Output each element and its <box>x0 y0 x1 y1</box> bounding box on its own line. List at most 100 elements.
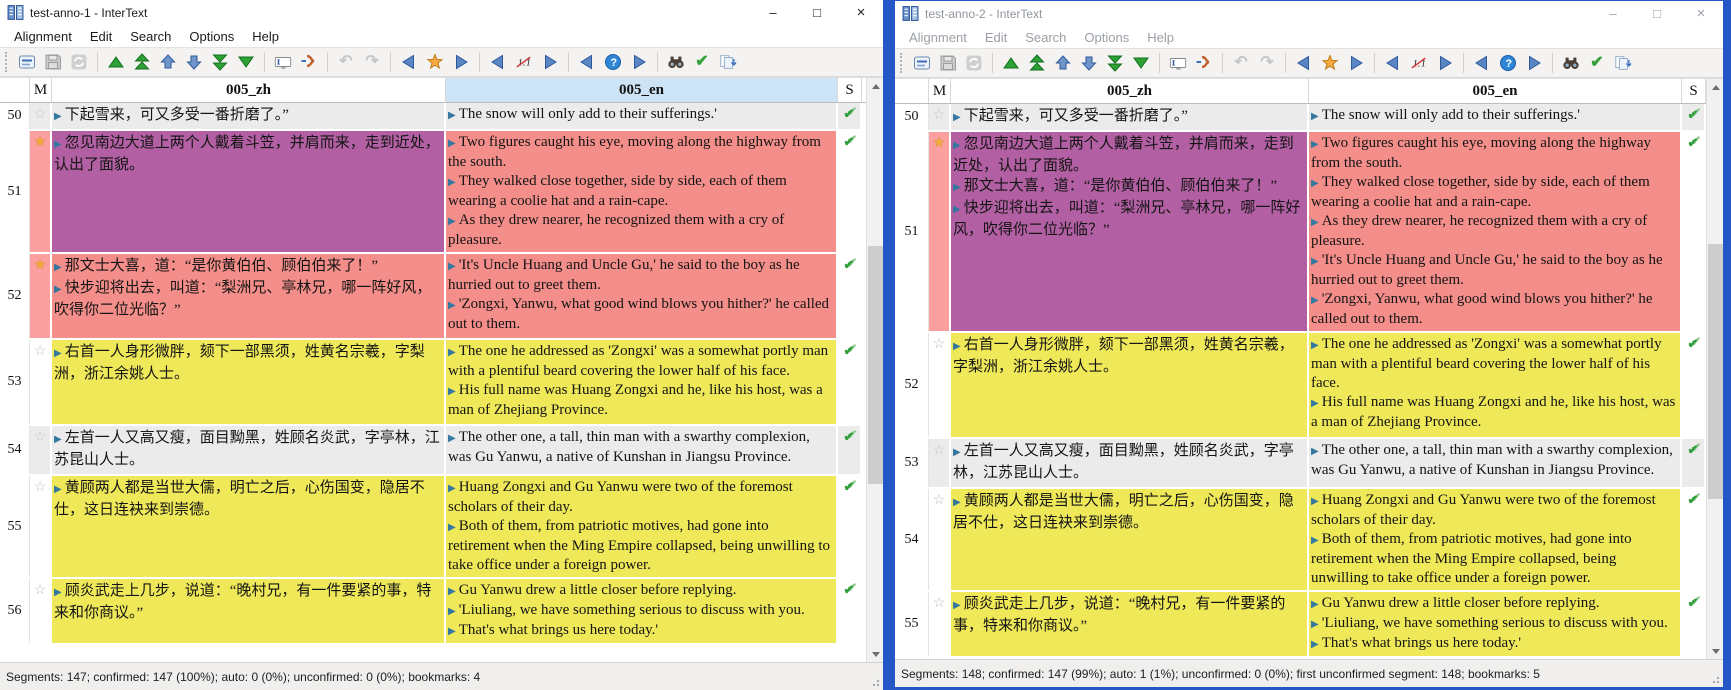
menu-options[interactable]: Options <box>1075 28 1138 47</box>
find-icon[interactable] <box>664 50 688 74</box>
previous-unconfirmed-icon[interactable] <box>1470 51 1494 75</box>
bookmark-cell[interactable]: ☆ <box>30 476 52 577</box>
bookmark-cell[interactable]: ☆ <box>929 439 951 487</box>
target-segment[interactable]: ▶As they drew nearer, he recognized them… <box>448 211 832 250</box>
confirm-icon[interactable]: ✔ <box>690 50 714 74</box>
source-segment[interactable]: ▶那文士大喜，道：“是你黄伯伯、顾伯伯来了！” <box>953 176 1303 198</box>
bookmark-cell[interactable]: ☆ <box>30 103 52 129</box>
next-bookmark-icon[interactable] <box>449 50 473 74</box>
menu-alignment[interactable]: Alignment <box>900 28 976 47</box>
bookmark-cell[interactable]: ★ <box>30 254 52 338</box>
previous-bookmark-icon[interactable] <box>397 50 421 74</box>
target-segment[interactable]: ▶'Liuliang, we have something serious to… <box>1311 614 1676 634</box>
status-cell[interactable]: ✔ <box>1682 592 1706 656</box>
target-segment-cell[interactable]: ▶The other one, a tall, thin man with a … <box>446 426 838 474</box>
confirmed-check-icon[interactable]: ✔ <box>1688 108 1699 121</box>
bookmark-star-outline-icon[interactable]: ☆ <box>933 336 946 350</box>
source-segment[interactable]: ▶快步迎将出去，叫道：“梨洲兄、亭林兄，哪一阵好风，吹得你二位光临？” <box>953 198 1303 240</box>
bookmark-cell[interactable]: ☆ <box>929 592 951 656</box>
source-segment-cell[interactable]: ▶忽见南边大道上两个人戴着斗笠，并肩而来，走到近处，认出了面貌。▶那文士大喜，道… <box>951 132 1309 331</box>
target-segment[interactable]: ▶Huang Zongxi and Gu Yanwu were two of t… <box>448 478 832 517</box>
target-segment[interactable]: ▶The other one, a tall, thin man with a … <box>1311 441 1676 480</box>
scroll-up-arrow[interactable] <box>867 78 883 94</box>
next-non-1-1-icon[interactable] <box>1433 51 1457 75</box>
shift-text-up-icon[interactable] <box>999 51 1023 75</box>
status-cell[interactable]: ✔ <box>838 340 862 424</box>
status-cell[interactable]: ✔ <box>838 254 862 338</box>
source-segment-cell[interactable]: ▶忽见南边大道上两个人戴着斗笠，并肩而来，走到近处，认出了面貌。 <box>52 131 446 252</box>
target-segment[interactable]: ▶Gu Yanwu drew a little closer before re… <box>1311 594 1676 614</box>
bookmark-star-outline-icon[interactable]: ☆ <box>933 492 946 506</box>
menu-options[interactable]: Options <box>180 27 243 46</box>
target-segment[interactable]: ▶His full name was Huang Zongxi and he, … <box>1311 393 1676 432</box>
scrollbar-thumb[interactable] <box>1708 244 1723 499</box>
bookmark-star-outline-icon[interactable]: ☆ <box>933 595 946 609</box>
target-segment[interactable]: ▶Huang Zongxi and Gu Yanwu were two of t… <box>1311 491 1676 530</box>
menu-help[interactable]: Help <box>1138 28 1183 47</box>
source-segment[interactable]: ▶右首一人身形微胖，颏下一部黑须，姓黄名宗羲，字梨洲，浙江余姚人士。 <box>953 335 1303 377</box>
bookmark-star-outline-icon[interactable]: ☆ <box>933 442 946 456</box>
move-segment-down-icon[interactable] <box>182 50 206 74</box>
menu-search[interactable]: Search <box>1016 28 1075 47</box>
bookmark-cell[interactable]: ☆ <box>929 104 951 130</box>
target-segment[interactable]: ▶'Liuliang, we have something serious to… <box>448 601 832 621</box>
unconfirmed-status-icon[interactable]: ? <box>1496 51 1520 75</box>
maximize-button[interactable]: □ <box>795 0 839 25</box>
confirmed-check-icon[interactable]: ✔ <box>1688 493 1699 506</box>
target-segment[interactable]: ▶'It's Uncle Huang and Uncle Gu,' he sai… <box>448 256 832 295</box>
previous-unconfirmed-icon[interactable] <box>575 50 599 74</box>
source-segment-cell[interactable]: ▶下起雪来，可又多受一番折磨了。” <box>52 103 446 129</box>
bookmark-star-icon[interactable]: ★ <box>34 257 47 271</box>
resize-grip[interactable] <box>1710 674 1720 684</box>
target-segment-cell[interactable]: ▶The one he addressed as 'Zongxi' was a … <box>446 340 838 424</box>
target-segment[interactable]: ▶'Zongxi, Yanwu, what good wind blows yo… <box>448 295 832 334</box>
target-segment[interactable]: ▶'It's Uncle Huang and Uncle Gu,' he sai… <box>1311 251 1676 290</box>
export-icon[interactable] <box>716 50 740 74</box>
target-segment-cell[interactable]: ▶Two figures caught his eye, moving alon… <box>1309 132 1682 331</box>
vertical-scrollbar[interactable] <box>1706 79 1723 659</box>
source-segment[interactable]: ▶顾炎武走上几步，说道：“晚村兄，有一件要紧的事，特来和你商议。” <box>953 594 1303 636</box>
bookmark-cell[interactable]: ★ <box>30 131 52 252</box>
source-segment[interactable]: ▶下起雪来，可又多受一番折磨了。” <box>54 105 440 127</box>
confirmed-check-icon[interactable]: ✔ <box>844 107 855 120</box>
bookmark-icon[interactable] <box>423 50 447 74</box>
alignment-properties-icon[interactable] <box>910 51 934 75</box>
target-segment[interactable]: ▶They walked close together, side by sid… <box>1311 173 1676 212</box>
status-cell[interactable]: ✔ <box>1682 439 1706 487</box>
source-segment[interactable]: ▶黄顾两人都是当世大儒，明亡之后，心伤国变，隐居不仕，这日连袂来到崇德。 <box>54 478 440 520</box>
status-cell[interactable]: ✔ <box>1682 132 1706 331</box>
source-segment[interactable]: ▶忽见南边大道上两个人戴着斗笠，并肩而来，走到近处，认出了面貌。 <box>953 134 1303 176</box>
bookmark-star-icon[interactable]: ★ <box>933 135 946 149</box>
source-segment[interactable]: ▶左首一人又高又瘦，面目黝黑，姓顾名炎武，字亭林，江苏昆山人士。 <box>953 441 1303 483</box>
source-segment[interactable]: ▶黄顾两人都是当世大儒，明亡之后，心伤国变，隐居不仕，这日连袂来到崇德。 <box>953 491 1303 533</box>
target-segment[interactable]: ▶The one he addressed as 'Zongxi' was a … <box>1311 335 1676 393</box>
confirmed-check-icon[interactable]: ✔ <box>844 480 855 493</box>
alignment-properties-icon[interactable] <box>15 50 39 74</box>
confirmed-check-icon[interactable]: ✔ <box>1688 443 1699 456</box>
non-1-1-icon[interactable]: 1:1 <box>1407 51 1431 75</box>
confirmed-check-icon[interactable]: ✔ <box>844 344 855 357</box>
shift-text-down-icon[interactable] <box>1129 51 1153 75</box>
title-bar[interactable]: test-anno-1 - InterText – □ × <box>0 0 883 25</box>
target-segment[interactable]: ▶Both of them, from patriotic motives, h… <box>1311 530 1676 588</box>
previous-non-1-1-icon[interactable] <box>1381 51 1405 75</box>
next-unconfirmed-icon[interactable] <box>1522 51 1546 75</box>
find-icon[interactable] <box>1559 51 1583 75</box>
toolbar-drag-handle[interactable] <box>5 52 9 72</box>
export-icon[interactable] <box>1611 51 1635 75</box>
bookmark-star-outline-icon[interactable]: ☆ <box>34 582 47 596</box>
bookmark-star-outline-icon[interactable]: ☆ <box>933 107 946 121</box>
source-segment-cell[interactable]: ▶右首一人身形微胖，颏下一部黑须，姓黄名宗羲，字梨洲，浙江余姚人士。 <box>52 340 446 424</box>
target-segment[interactable]: ▶The snow will only add to their sufferi… <box>1311 106 1676 126</box>
target-segment[interactable]: ▶His full name was Huang Zongxi and he, … <box>448 381 832 420</box>
target-segment[interactable]: ▶That's what brings us here today.' <box>1311 634 1676 654</box>
next-non-1-1-icon[interactable] <box>538 50 562 74</box>
source-segment-cell[interactable]: ▶左首一人又高又瘦，面目黝黑，姓顾名炎武，字亭林，江苏昆山人士。 <box>52 426 446 474</box>
previous-non-1-1-icon[interactable] <box>486 50 510 74</box>
target-segment[interactable]: ▶The one he addressed as 'Zongxi' was a … <box>448 342 832 381</box>
scroll-down-arrow[interactable] <box>867 646 883 662</box>
status-cell[interactable]: ✔ <box>838 131 862 252</box>
next-bookmark-icon[interactable] <box>1344 51 1368 75</box>
move-segment-up-icon[interactable] <box>156 50 180 74</box>
close-button[interactable]: × <box>1679 1 1723 26</box>
